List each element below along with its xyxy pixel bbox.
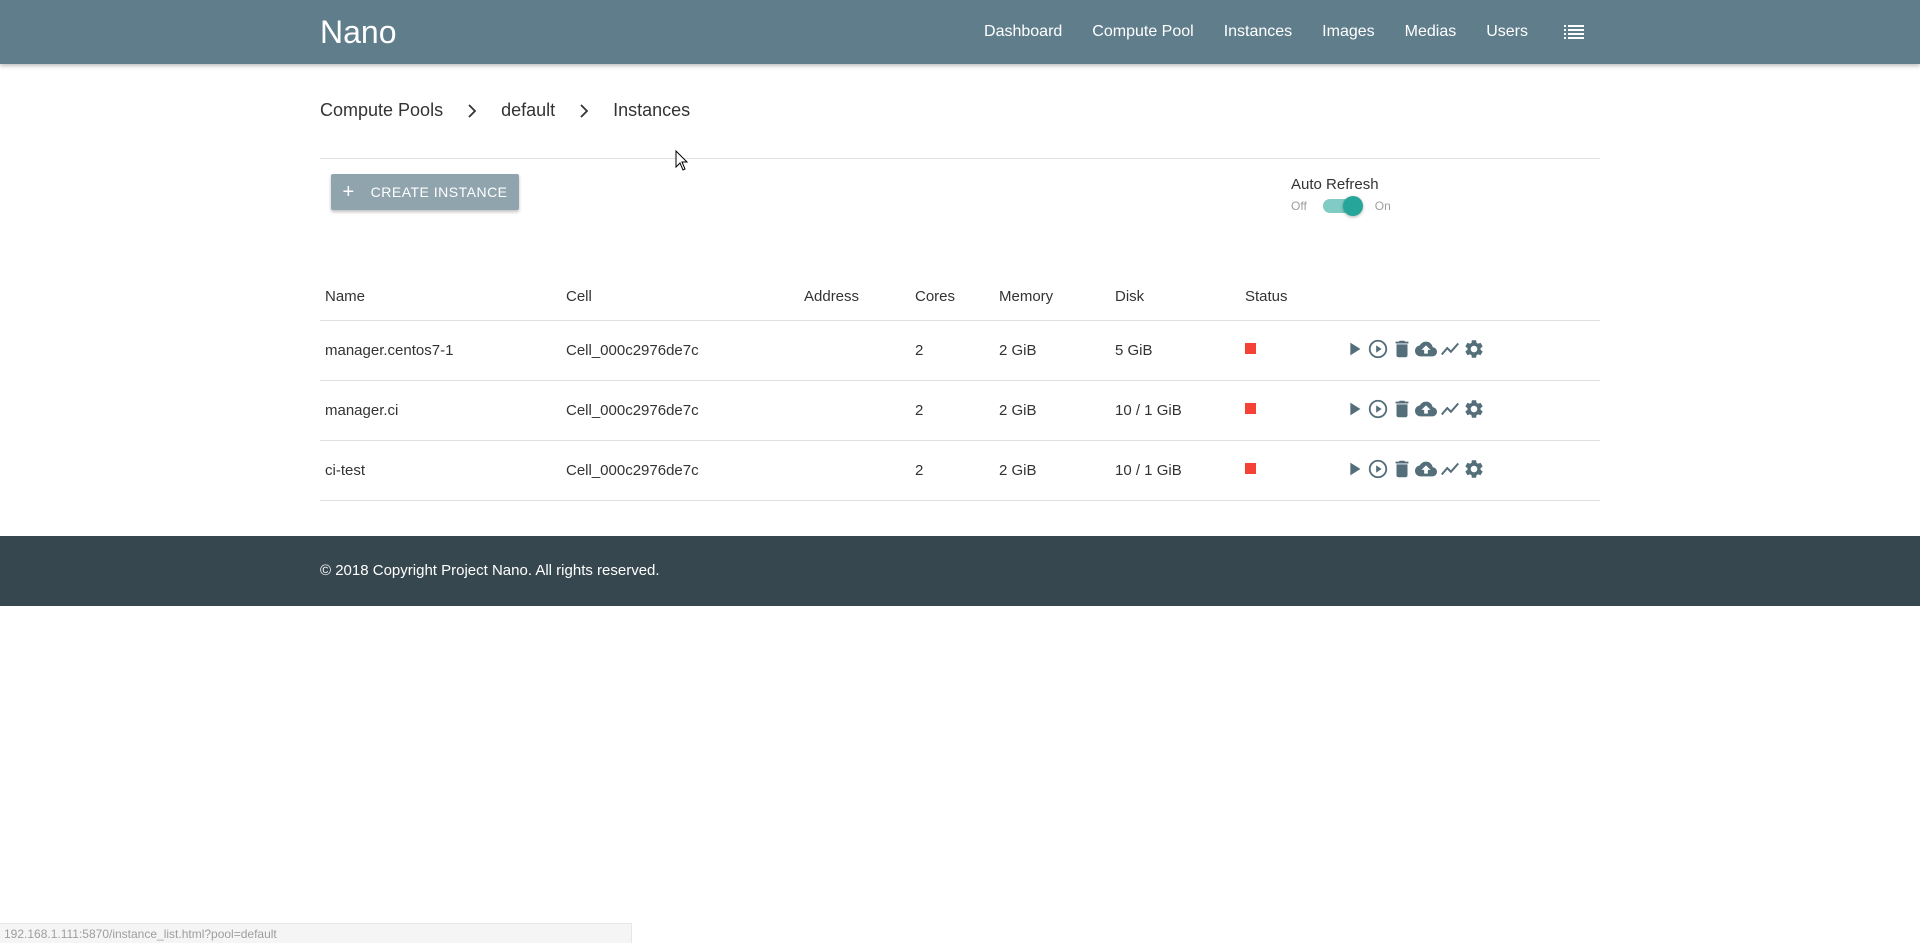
mouse-cursor-icon [675, 149, 689, 172]
cell-address [799, 320, 910, 381]
cell-memory: 2 GiB [994, 440, 1110, 501]
cell-memory: 2 GiB [994, 320, 1110, 381]
settings-icon[interactable] [1463, 338, 1485, 360]
auto-refresh-toggle[interactable] [1322, 196, 1363, 216]
chevron-right-icon [463, 102, 481, 120]
nav-link-instances[interactable]: Instances [1224, 23, 1292, 41]
cell-address [799, 440, 910, 501]
footer-copyright: © 2018 Copyright Project Nano. All right… [320, 562, 660, 579]
plus-icon: + [342, 181, 355, 203]
header-cores: Cores [910, 272, 994, 321]
cell-status [1240, 380, 1338, 441]
divider [320, 158, 1600, 159]
table-row: manager.centos7-1 Cell_000c2976de7c 2 2 GiB… [320, 320, 1600, 381]
play-circle-icon[interactable] [1367, 338, 1389, 360]
cell-name: manager.centos7-1 [320, 320, 561, 381]
trending-up-icon[interactable] [1439, 338, 1461, 360]
create-instance-button[interactable]: + CREATE INSTANCE [331, 174, 519, 210]
cell-cores: 2 [910, 320, 994, 381]
cloud-upload-icon[interactable] [1415, 458, 1437, 480]
table-body: manager.centos7-1 Cell_000c2976de7c 2 2 GiB… [320, 320, 1600, 501]
switch-off-label: Off [1291, 199, 1307, 213]
delete-icon[interactable] [1391, 458, 1413, 480]
breadcrumb: Compute Pools default Instances [320, 100, 690, 121]
nav-link-dashboard[interactable]: Dashboard [984, 23, 1062, 41]
switch-on-label: On [1374, 199, 1391, 213]
cell-disk: 10 / 1 GiB [1110, 380, 1240, 441]
cell-status [1240, 440, 1338, 501]
cloud-upload-icon[interactable] [1415, 398, 1437, 420]
cell-actions [1338, 440, 1600, 501]
row-actions [1343, 338, 1595, 360]
status-bar-url: 192.168.1.111:5870/instance_list.html?po… [0, 923, 632, 943]
cell-cell: Cell_000c2976de7c [561, 380, 799, 441]
instances-table: Name Cell Address Cores Memory Disk Stat… [320, 272, 1600, 501]
header-memory: Memory [994, 272, 1110, 321]
status-stopped-icon [1245, 342, 1256, 354]
play-icon[interactable] [1343, 398, 1365, 420]
auto-refresh-label: Auto Refresh [1291, 176, 1379, 193]
header-address: Address [799, 272, 910, 321]
auto-refresh-switch-row: Off On [1291, 196, 1391, 216]
delete-icon[interactable] [1391, 398, 1413, 420]
nav-link-users[interactable]: Users [1486, 23, 1528, 41]
play-circle-icon[interactable] [1367, 398, 1389, 420]
header-disk: Disk [1110, 272, 1240, 321]
nav-link-compute-pool[interactable]: Compute Pool [1092, 23, 1193, 41]
breadcrumb-default[interactable]: default [501, 100, 555, 121]
cell-memory: 2 GiB [994, 380, 1110, 441]
cell-actions [1338, 380, 1600, 441]
header-name: Name [320, 272, 561, 321]
settings-icon[interactable] [1463, 458, 1485, 480]
nav-links: Dashboard Compute Pool Instances Images … [954, 0, 1584, 64]
navbar: Nano Dashboard Compute Pool Instances Im… [0, 0, 1920, 64]
cell-cell: Cell_000c2976de7c [561, 440, 799, 501]
cell-name: manager.ci [320, 380, 561, 441]
nav-link-medias[interactable]: Medias [1405, 23, 1457, 41]
delete-icon[interactable] [1391, 338, 1413, 360]
chevron-right-icon [575, 102, 593, 120]
cell-address [799, 380, 910, 441]
table-row: ci-test Cell_000c2976de7c 2 2 GiB 10 / 1 GiB [320, 440, 1600, 501]
status-stopped-icon [1245, 462, 1256, 474]
create-instance-label: CREATE INSTANCE [370, 184, 508, 200]
cell-name: ci-test [320, 440, 561, 501]
breadcrumb-compute-pools[interactable]: Compute Pools [320, 100, 443, 121]
table-header-row: Name Cell Address Cores Memory Disk Stat… [320, 272, 1600, 321]
trending-up-icon[interactable] [1439, 458, 1461, 480]
header-cell: Cell [561, 272, 799, 321]
status-stopped-icon [1245, 402, 1256, 414]
breadcrumb-instances[interactable]: Instances [613, 100, 690, 121]
play-icon[interactable] [1343, 458, 1365, 480]
header-actions [1338, 272, 1600, 321]
footer: © 2018 Copyright Project Nano. All right… [0, 536, 1920, 606]
header-status: Status [1240, 272, 1338, 321]
trending-up-icon[interactable] [1439, 398, 1461, 420]
cell-cores: 2 [910, 380, 994, 441]
toggle-knob[interactable] [1342, 196, 1363, 216]
cell-actions [1338, 320, 1600, 381]
play-circle-icon[interactable] [1367, 458, 1389, 480]
cell-status [1240, 320, 1338, 381]
auto-refresh: Auto Refresh Off On [1291, 176, 1391, 216]
play-icon[interactable] [1343, 338, 1365, 360]
row-actions [1343, 398, 1595, 420]
nav-link-images[interactable]: Images [1322, 23, 1374, 41]
row-actions [1343, 458, 1595, 480]
settings-icon[interactable] [1463, 398, 1485, 420]
cell-disk: 5 GiB [1110, 320, 1240, 381]
list-icon[interactable] [1564, 25, 1584, 39]
cell-cell: Cell_000c2976de7c [561, 320, 799, 381]
table-row: manager.ci Cell_000c2976de7c 2 2 GiB 10 / 1 … [320, 380, 1600, 441]
cell-cores: 2 [910, 440, 994, 501]
cloud-upload-icon[interactable] [1415, 338, 1437, 360]
cell-disk: 10 / 1 GiB [1110, 440, 1240, 501]
brand-logo[interactable]: Nano [320, 14, 397, 50]
